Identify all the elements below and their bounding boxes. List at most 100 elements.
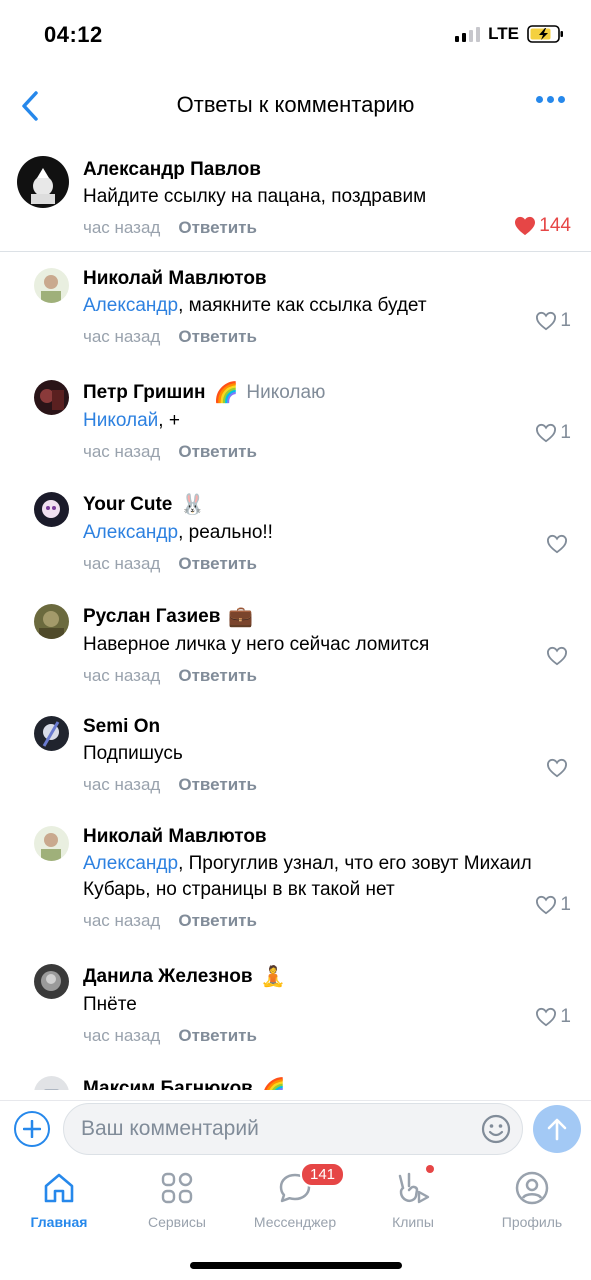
status-emoji: 💼	[228, 606, 254, 628]
status-emoji: 🌈	[213, 382, 239, 404]
author-name[interactable]: Данила Железнов	[83, 966, 253, 988]
tab-profile[interactable]: Профиль	[473, 1168, 591, 1230]
like-count: 1	[560, 894, 571, 915]
comment-time: час назад	[83, 775, 161, 794]
like-button[interactable]: 1	[535, 1006, 571, 1028]
author-name[interactable]: Максим Багнюков	[83, 1078, 253, 1091]
comment-time: час назад	[83, 327, 161, 346]
like-button[interactable]: 1	[535, 894, 571, 916]
reply-button[interactable]: Ответить	[178, 554, 257, 574]
like-count: 144	[539, 215, 571, 236]
author-name[interactable]: Your Cute	[83, 494, 172, 516]
reply-button[interactable]: Ответить	[178, 1026, 257, 1046]
avatar[interactable]	[17, 156, 69, 208]
avatar[interactable]	[34, 268, 69, 303]
reply-comment: Николай Мавлютов Александр, Прогуглив уз…	[0, 810, 591, 948]
avatar[interactable]	[34, 604, 69, 639]
like-button[interactable]: 1	[535, 310, 571, 332]
tab-label: Сервисы	[147, 1214, 206, 1230]
comment-time: час назад	[83, 218, 161, 237]
author-name[interactable]: Николай Мавлютов	[83, 826, 267, 848]
avatar[interactable]	[34, 716, 69, 751]
heart-outline-icon	[546, 646, 568, 666]
like-button[interactable]	[546, 646, 571, 666]
reply-comment: Петр Гришин 🌈 Николаю Николай, + час наз…	[0, 364, 591, 476]
reply-button[interactable]: Ответить	[178, 911, 257, 931]
author-name[interactable]: Петр Гришин	[83, 382, 206, 404]
tab-home[interactable]: Главная	[0, 1168, 118, 1230]
comment-body: Данила Железнов 🧘 Пнёте час назад Ответи…	[83, 964, 571, 1048]
tab-label: Мессенджер	[253, 1214, 337, 1230]
comment-body: Руслан Газиев 💼 Наверное личка у него се…	[83, 604, 571, 688]
clips-icon	[398, 1172, 430, 1204]
reply-button[interactable]: Ответить	[178, 775, 257, 795]
like-button[interactable]: 144	[514, 215, 571, 237]
heart-outline-icon	[536, 1007, 557, 1027]
page-title: Ответы к комментарию	[176, 92, 415, 117]
reply-comment: Your Cute 🐰 Александр, реально!! час наз…	[0, 476, 591, 588]
comment-text: Александр, Прогуглив узнал, что его зову…	[83, 853, 532, 900]
comment-input-placeholder: Ваш комментарий	[81, 1117, 259, 1140]
comment-text: Николай, +	[83, 410, 180, 431]
mention-link[interactable]: Александр	[83, 295, 178, 316]
nav-bar: Ответы к комментарию	[0, 78, 591, 134]
comment-body: Александр Павлов Найдите ссылку на пацан…	[83, 159, 571, 240]
avatar[interactable]	[34, 380, 69, 415]
plus-icon	[23, 1120, 41, 1138]
reply-button[interactable]: Ответить	[178, 218, 257, 238]
mention-link[interactable]: Александр	[83, 522, 178, 543]
author-name[interactable]: Александр Павлов	[83, 159, 261, 181]
comment-input[interactable]: Ваш комментарий	[63, 1103, 523, 1155]
reply-to-name[interactable]: Николаю	[246, 382, 325, 404]
send-button[interactable]	[533, 1105, 581, 1153]
reply-button[interactable]: Ответить	[178, 666, 257, 686]
author-name[interactable]: Руслан Газиев	[83, 606, 220, 628]
author-name[interactable]: Николай Мавлютов	[83, 268, 267, 290]
emoji-icon[interactable]	[480, 1113, 512, 1145]
reply-button[interactable]: Ответить	[178, 327, 257, 347]
status-emoji: 🌈	[260, 1078, 286, 1090]
reply-comment: Николай Мавлютов Александр, маякните как…	[0, 252, 591, 364]
comment-body: Николай Мавлютов Александр, маякните как…	[83, 268, 571, 349]
avatar[interactable]	[34, 492, 69, 527]
avatar[interactable]	[34, 826, 69, 861]
comment-time: час назад	[83, 1026, 161, 1045]
reply-button[interactable]: Ответить	[178, 442, 257, 462]
reply-comment: Semi On Подпишусь час назад Ответить	[0, 700, 591, 810]
tab-services[interactable]: Сервисы	[118, 1168, 236, 1230]
comment-time: час назад	[83, 554, 161, 573]
root-comment: Александр Павлов Найдите ссылку на пацан…	[0, 150, 591, 252]
mention-link[interactable]: Николай	[83, 410, 158, 431]
profile-icon	[515, 1171, 549, 1205]
like-button[interactable]: 1	[535, 422, 571, 444]
comment-time: час назад	[83, 911, 161, 930]
battery-icon	[527, 25, 563, 43]
status-emoji: 🐰	[180, 494, 206, 516]
signal-icon	[455, 26, 481, 42]
comment-text: Подпишусь	[83, 743, 183, 764]
more-button[interactable]	[536, 96, 565, 103]
heart-outline-icon	[546, 758, 568, 778]
like-button[interactable]	[546, 534, 571, 554]
tab-label: Главная	[30, 1214, 88, 1230]
like-count: 1	[560, 422, 571, 443]
comment-text: Наверное личка у него сейчас ломится	[83, 634, 430, 655]
reply-comment: Данила Железнов 🧘 Пнёте час назад Ответи…	[0, 948, 591, 1060]
reply-comment: Руслан Газиев 💼 Наверное личка у него се…	[0, 588, 591, 700]
like-button[interactable]	[546, 758, 571, 778]
author-name[interactable]: Semi On	[83, 716, 160, 738]
tab-messenger[interactable]: 141 Мессенджер	[236, 1162, 354, 1230]
tab-clips[interactable]: Клипы	[354, 1165, 472, 1230]
status-bar: 04:12 LTE	[0, 0, 591, 70]
comment-text: Александр, маякните как ссылка будет	[83, 295, 427, 316]
heart-outline-icon	[546, 534, 568, 554]
mention-link[interactable]: Александр	[83, 853, 178, 874]
more-horizontal-icon	[536, 96, 543, 103]
arrow-up-icon	[547, 1118, 567, 1141]
comment-body: Николай Мавлютов Александр, Прогуглив уз…	[83, 826, 571, 933]
attach-button[interactable]	[14, 1111, 50, 1147]
like-count: 1	[560, 310, 571, 331]
avatar[interactable]	[34, 1076, 69, 1090]
tab-label: Профиль	[501, 1214, 563, 1230]
avatar[interactable]	[34, 964, 69, 999]
